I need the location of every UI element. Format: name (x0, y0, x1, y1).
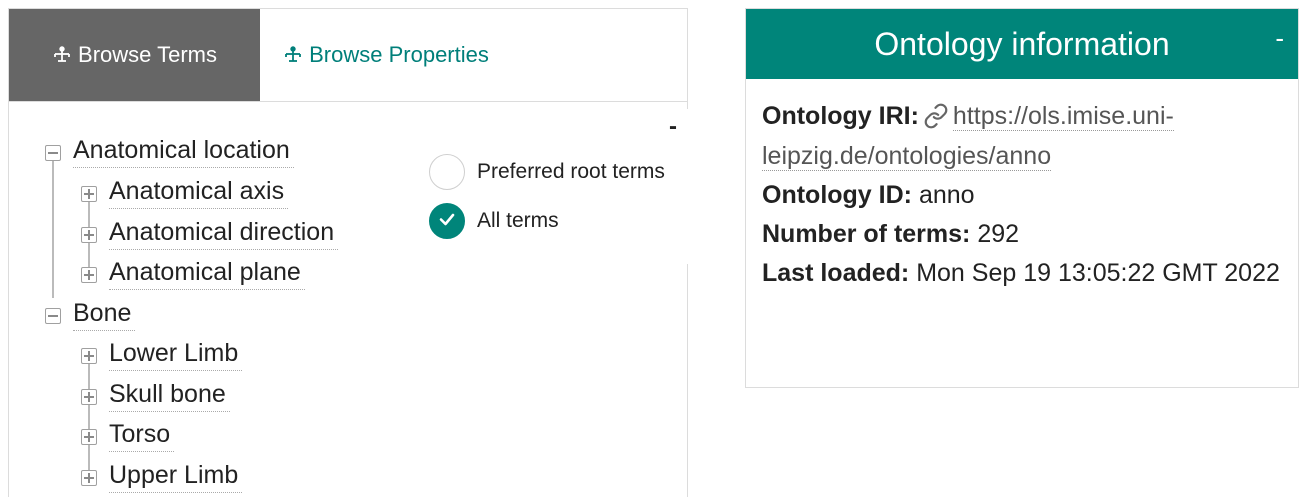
info-label: Ontology IRI: (762, 102, 919, 130)
ontology-info-title: Ontology information (874, 25, 1170, 62)
radio-label: All terms (477, 209, 559, 232)
tree-node-anatomical-axis[interactable]: Anatomical axis (109, 177, 289, 209)
tab-browse-terms[interactable]: Browse Terms (9, 9, 260, 101)
expand-toggle[interactable] (81, 348, 97, 364)
tree-node-anatomical-direction[interactable]: Anatomical direction (109, 218, 339, 250)
info-label: Last loaded: (762, 258, 910, 287)
link-icon (923, 98, 949, 137)
collapse-toggle[interactable] (45, 145, 61, 161)
expand-toggle[interactable] (81, 470, 97, 486)
ontology-info-body: Ontology IRI: https://ols.imise.uni-leipz… (746, 79, 1298, 293)
browse-tabs: Browse Terms Browse Properties (9, 9, 687, 102)
info-row-terms: Number of terms: 292 (762, 215, 1282, 254)
tree-connector (52, 148, 54, 298)
radio-label: Preferred root terms (477, 160, 665, 183)
tab-browse-terms-label: Browse Terms (78, 42, 217, 67)
expand-toggle[interactable] (81, 429, 97, 445)
root-terms-selector: - Preferred root terms All terms (424, 109, 689, 264)
expand-toggle[interactable] (81, 227, 97, 243)
check-icon (437, 209, 457, 234)
tree-node-skull-bone[interactable]: Skull bone (109, 380, 230, 412)
info-value: anno (918, 180, 975, 209)
radio-all-terms[interactable]: All terms (429, 203, 559, 239)
info-label: Ontology ID: (762, 180, 912, 209)
info-row-iri: Ontology IRI: https://ols.imise.uni-leipz… (762, 97, 1282, 176)
expand-toggle[interactable] (81, 267, 97, 283)
info-row-id: Ontology ID: anno (762, 176, 1282, 215)
sitemap-icon (283, 45, 303, 65)
tree-node-anatomical-location[interactable]: Anatomical location (73, 136, 294, 168)
ontology-info-header: Ontology information - (746, 9, 1298, 79)
tree-node-torso[interactable]: Torso (109, 420, 175, 452)
term-tree: Anatomical location Anatomical axis Anat… (9, 102, 429, 498)
tree-node-upper-limb[interactable]: Upper Limb (109, 461, 243, 493)
tree-connector (88, 350, 90, 474)
ontology-info-panel: Ontology information - Ontology IRI: http… (745, 8, 1299, 388)
info-label: Number of terms: (762, 219, 971, 248)
info-value: Mon Sep 19 13:05:22 GMT 2022 (916, 258, 1280, 287)
tab-browse-properties-label: Browse Properties (309, 42, 489, 67)
tree-node-anatomical-plane[interactable]: Anatomical plane (109, 258, 305, 290)
info-value: 292 (977, 219, 1020, 248)
radio-button[interactable] (429, 154, 465, 190)
collapse-toggle[interactable] (45, 308, 61, 324)
tree-node-lower-limb[interactable]: Lower Limb (109, 339, 243, 371)
collapse-info-button[interactable]: - (1275, 23, 1284, 54)
radio-preferred-root-terms[interactable]: Preferred root terms (429, 154, 665, 190)
expand-toggle[interactable] (81, 389, 97, 405)
sitemap-icon (52, 45, 72, 65)
term-tree-panel: Browse Terms Browse Properties Anatomica… (8, 8, 689, 498)
expand-toggle[interactable] (81, 186, 97, 202)
radio-button-checked[interactable] (429, 203, 465, 239)
collapse-selector-button[interactable]: - (669, 113, 677, 141)
tab-browse-properties[interactable]: Browse Properties (260, 9, 512, 101)
info-row-loaded: Last loaded: Mon Sep 19 13:05:22 GMT 202… (762, 254, 1282, 293)
tree-node-bone[interactable]: Bone (73, 299, 136, 331)
